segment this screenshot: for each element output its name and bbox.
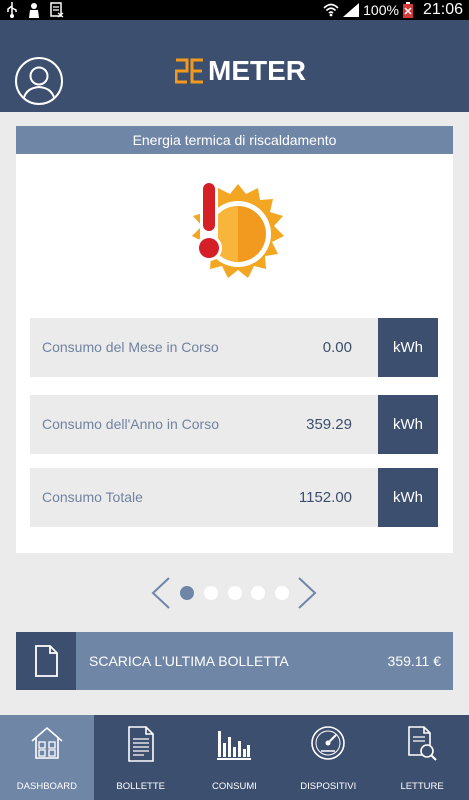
usb-icon [7, 2, 17, 18]
app-logo: METER [175, 56, 306, 86]
bill-label: SCARICA L'ULTIMA BOLLETTA [89, 653, 289, 669]
download-last-bill-button[interactable]: SCARICA L'ULTIMA BOLLETTA 359.11 € [16, 632, 453, 690]
nav-label: DISPOSITIVI [300, 781, 357, 792]
status-bar: 100% 21:06 [0, 0, 469, 20]
clock: 21:06 [422, 1, 463, 18]
chevron-left-icon[interactable] [150, 576, 172, 610]
nav-item-dispositivi[interactable]: DISPOSITIVI [281, 715, 375, 800]
bottom-nav: DASHBOARD BOLLETTE CONSUMI DISPOSITIVI L… [0, 715, 469, 800]
page-dot[interactable] [251, 586, 265, 600]
signal-icon [343, 3, 360, 17]
page-dot[interactable] [180, 586, 194, 600]
nav-item-bollette[interactable]: BOLLETTE [94, 715, 188, 800]
nav-label: DASHBOARD [16, 781, 77, 792]
logo-mark [175, 58, 203, 84]
page-indicator [150, 576, 320, 610]
row-label: Consumo dell'Anno in Corso [42, 416, 219, 432]
nav-item-letture[interactable]: LETTURE [375, 715, 469, 800]
row-value: 0.00 [322, 339, 352, 356]
user-icon[interactable] [15, 57, 63, 105]
nav-item-dashboard[interactable]: DASHBOARD [0, 715, 94, 800]
row-value: 359.29 [306, 416, 352, 433]
page-dot[interactable] [275, 586, 289, 600]
nav-label: LETTURE [400, 781, 444, 792]
document-search-icon [408, 726, 437, 761]
nav-item-consumi[interactable]: CONSUMI [188, 715, 282, 800]
bill-amount: 359.11 € [387, 653, 441, 669]
wifi-icon [323, 3, 339, 17]
gauge-icon [311, 726, 346, 760]
battery-percent: 100% [363, 2, 399, 18]
consumption-row-month: Consumo del Mese in Corso 0.00 kWh [30, 318, 438, 377]
document-icon [16, 632, 76, 690]
sun-thermometer-icon [192, 180, 284, 278]
page-dot[interactable] [204, 586, 218, 600]
nav-label: CONSUMI [212, 781, 257, 792]
consumption-row-total: Consumo Totale 1152.00 kWh [30, 468, 438, 527]
battery-icon [402, 2, 413, 18]
chevron-right-icon[interactable] [296, 576, 318, 610]
consumption-row-year: Consumo dell'Anno in Corso 359.29 kWh [30, 395, 438, 454]
card-title: Energia termica di riscaldamento [16, 126, 453, 154]
row-unit: kWh [378, 318, 438, 377]
house-icon [31, 726, 63, 759]
row-unit: kWh [378, 395, 438, 454]
row-label: Consumo del Mese in Corso [42, 339, 219, 355]
row-value: 1152.00 [298, 489, 352, 506]
row-unit: kWh [378, 468, 438, 527]
energy-card: Energia termica di riscaldamento Consumo… [16, 126, 453, 553]
nav-label: BOLLETTE [116, 781, 165, 792]
sim-icon [50, 2, 64, 18]
invoice-icon [127, 726, 154, 762]
row-label: Consumo Totale [42, 489, 143, 505]
logo-text: METER [208, 55, 306, 86]
app-header: METER [0, 20, 469, 112]
bar-chart-icon [217, 731, 252, 760]
person-silhouette-icon [29, 3, 39, 18]
page-dot[interactable] [228, 586, 242, 600]
